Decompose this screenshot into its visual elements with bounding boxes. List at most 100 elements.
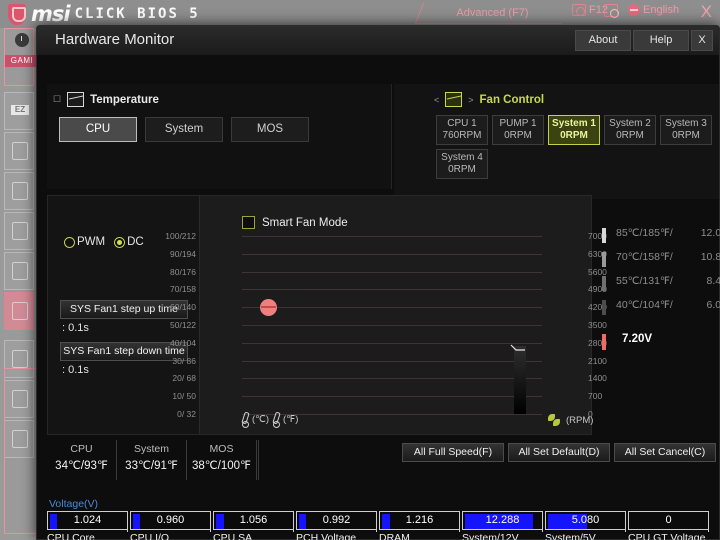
step-up-time-value: : 0.1s (62, 322, 89, 334)
rail-item-hardware-monitor[interactable] (4, 292, 34, 330)
all-set-default-button[interactable]: All Set Default(D) (508, 443, 610, 462)
voltage-value: 1.024 (73, 514, 102, 526)
voltage-label: CPU GT Voltage (628, 532, 706, 540)
radio-pwm[interactable] (64, 236, 75, 248)
fan-control-section-header: < > Fan Control (434, 92, 544, 107)
smart-fan-mode-checkbox[interactable] (242, 216, 255, 229)
readout-mos: MOS 38℃/100℉ (187, 440, 257, 480)
legend-item: 40℃/104℉/ 6.00V (602, 297, 720, 321)
y-axis-tick-temp: 70/158 (170, 284, 196, 294)
close-dialog-button[interactable]: X (691, 30, 713, 51)
fan-rpm: 0RPM (448, 164, 476, 175)
prev-arrow-icon[interactable]: < (434, 95, 439, 105)
voltage-cell: 12.288 System/12V (462, 511, 545, 540)
thermometer-fahrenheit-icon (273, 412, 280, 428)
readout-label: MOS (209, 443, 234, 455)
legend-current-voltage: 7.20V (622, 333, 653, 345)
fan-curve-plot: Smart Fan Mode 100/212 7000 90/194 6300 80/1… (165, 196, 607, 434)
rail-item-settings[interactable] (4, 132, 34, 170)
step-up-time-button[interactable]: SYS Fan1 step up time (60, 300, 188, 319)
gridline (242, 254, 542, 255)
fan-tab-system-2[interactable]: System 2 0RPM (604, 115, 656, 145)
about-button[interactable]: About (575, 30, 631, 51)
temperature-section-header: ☐ Temperature (53, 92, 159, 107)
legend-voltage: 12.00V (700, 227, 720, 239)
all-set-cancel-button[interactable]: All Set Cancel(C) (614, 443, 716, 462)
y-axis-tick-rpm: 700 (588, 391, 603, 401)
fan-tab-system-1[interactable]: System 1 0RPM (548, 115, 600, 145)
legend-temp: 85℃/185℉/ (616, 227, 673, 239)
camera-icon (572, 4, 586, 16)
monitor-gauge-icon (12, 302, 28, 320)
voltage-label: PCH Voltage (296, 532, 357, 540)
temperature-tabs: CPU System MOS (59, 117, 309, 142)
fan-name: System 2 (609, 118, 651, 129)
voltage-cell: 0.992 PCH Voltage (296, 511, 379, 540)
page-title: Hardware Monitor (55, 31, 175, 48)
fan-selector-grid: CPU 1 760RPM PUMP 1 0RPM System 1 0RPM S… (436, 115, 716, 179)
tab-cpu[interactable]: CPU (59, 117, 137, 142)
rail-item-overclocking[interactable] (4, 172, 34, 210)
unit-rpm: (RPM) (566, 415, 594, 426)
fan-name: System 3 (665, 118, 707, 129)
clock-icon (15, 33, 29, 47)
fan-control-panel: < > Fan Control CPU 1 760RPM PUMP 1 0RPM (394, 84, 719, 208)
rpm-slider-handle[interactable] (510, 340, 525, 351)
fan-name: System 4 (441, 152, 483, 163)
gridline (242, 361, 542, 362)
bios-top-bar: msi CLICK BIOS 5 Advanced (F7) F12 Engli… (0, 0, 720, 28)
step-down-time-button[interactable]: SYS Fan1 step down time (60, 342, 188, 361)
monitor-icon (12, 142, 28, 160)
tab-mos[interactable]: MOS (231, 117, 309, 142)
voltage-value: 12.288 (485, 514, 520, 526)
close-icon[interactable]: X (701, 2, 712, 22)
dialog-body: ☐ Temperature CPU System MOS < > Fan Con… (37, 55, 720, 540)
fan-curve-area: PWM DC SYS Fan1 step up time : 0.1s SYS … (47, 195, 607, 435)
readout-label: CPU (70, 443, 93, 455)
fan-tab-pump-1[interactable]: PUMP 1 0RPM (492, 115, 544, 145)
fan-rpm: 0RPM (504, 130, 532, 141)
temperature-graph-icon (67, 92, 85, 107)
fan-curve-handle[interactable] (260, 299, 277, 316)
language-button[interactable]: English (628, 4, 679, 16)
ez-icon: EZ (11, 105, 29, 115)
voltage-label: DRAM (379, 532, 410, 540)
disk-icon (12, 222, 28, 240)
advanced-mode-button[interactable]: Advanced (F7) (425, 3, 560, 23)
voltage-cell: 0.960 CPU I/O (130, 511, 213, 540)
readout-system: System 33℃/91℉ (117, 440, 187, 480)
gaming-mode-badge: GAMI (5, 55, 39, 67)
voltage-cell: 5.080 System/5V (545, 511, 628, 540)
voltage-label: CPU I/O (130, 532, 170, 540)
rail-item-security[interactable] (4, 252, 34, 290)
fan-rpm: 0RPM (616, 130, 644, 141)
legend-voltage: 6.00V (706, 299, 720, 311)
readout-cpu: CPU 34℃/93℉ (47, 440, 117, 480)
fan-rpm: 760RPM (442, 130, 482, 141)
rail-item-boot[interactable] (4, 212, 34, 250)
language-label: English (643, 4, 680, 16)
radio-dc[interactable] (114, 236, 126, 248)
thermometer-celsius-icon (242, 412, 249, 428)
legend-temp: 70℃/158℉/ (616, 251, 673, 263)
voltage-value: 1.216 (405, 514, 434, 526)
rail-item-ez-mode[interactable]: EZ (4, 92, 34, 130)
tab-system[interactable]: System (145, 117, 223, 142)
y-axis-tick-temp: 20/ 68 (172, 373, 196, 383)
fan-tab-cpu-1[interactable]: CPU 1 760RPM (436, 115, 488, 145)
voltage-label: CPU Core (47, 532, 95, 540)
legend-swatch (602, 252, 606, 267)
search-button[interactable] (604, 4, 619, 18)
fan-tab-system-4[interactable]: System 4 0RPM (436, 149, 488, 179)
readout-divider (257, 440, 259, 480)
legend-swatch (602, 276, 606, 291)
expand-icon[interactable]: ☐ (53, 94, 61, 105)
help-button[interactable]: Help (633, 30, 689, 51)
rpm-slider[interactable] (514, 346, 526, 414)
fan-tab-system-3[interactable]: System 3 0RPM (660, 115, 712, 145)
hardware-monitor-dialog: Hardware Monitor About Help X ☐ Temperat… (36, 25, 720, 540)
legend-swatch (602, 300, 606, 315)
screenshot-button[interactable]: F12 (572, 4, 608, 16)
next-arrow-icon[interactable]: > (468, 95, 473, 105)
voltage-label: CPU SA (213, 532, 253, 540)
